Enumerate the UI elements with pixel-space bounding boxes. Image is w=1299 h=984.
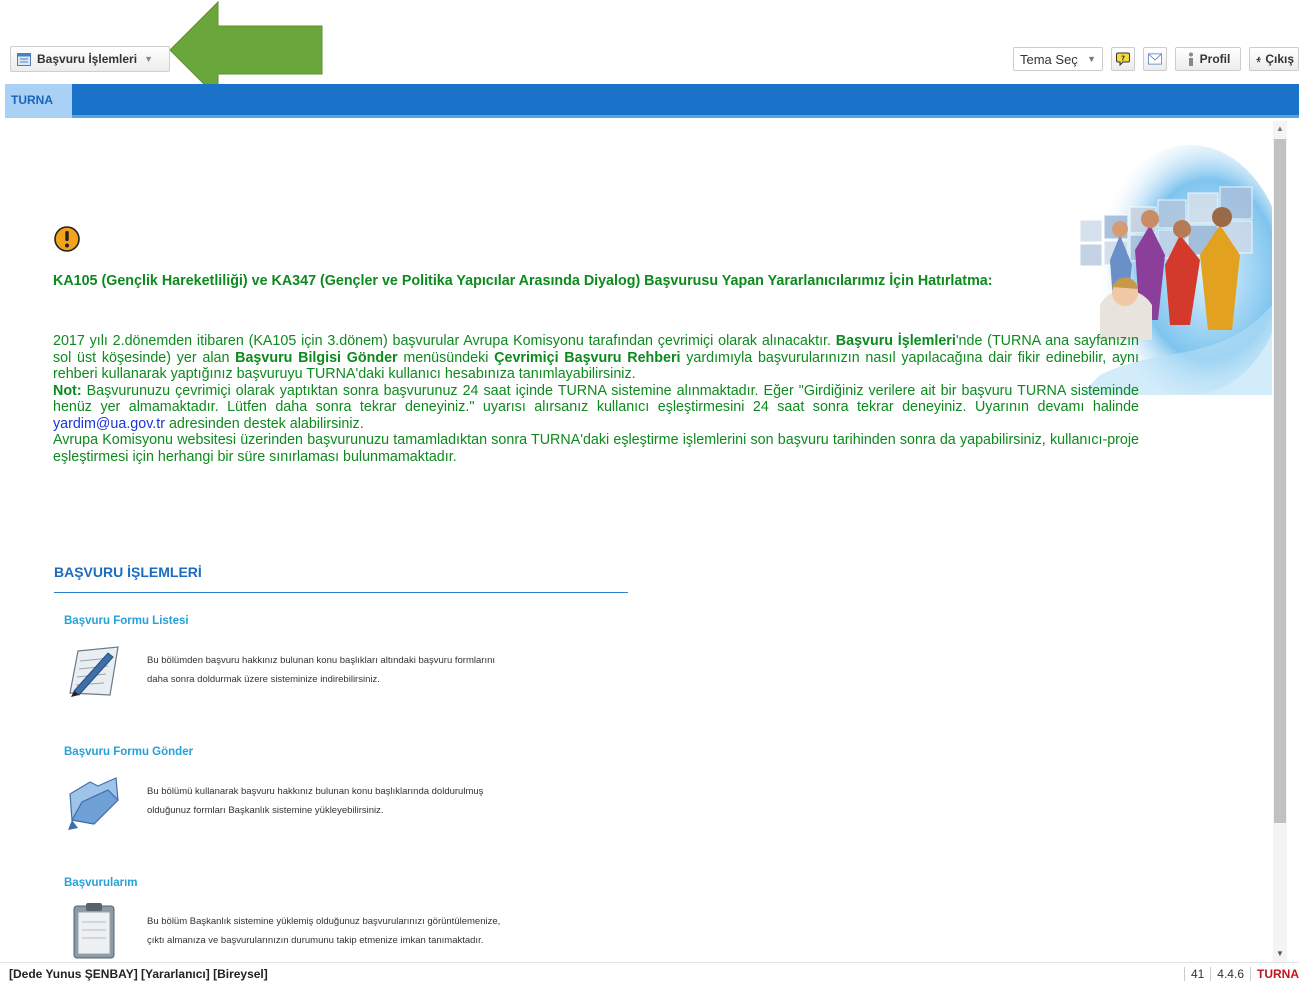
application-menu-button[interactable]: Başvuru İşlemleri ▼ [10,46,170,72]
announcement-highlight: Başvuru Bilgisi Gönder [235,349,398,366]
status-right: 41 4.4.6 TURNA [1183,967,1299,981]
announcement-text: 2017 yılı 2.dönemden itibaren (KA105 içi… [53,333,836,349]
logout-label: Çıkış [1265,52,1294,66]
chevron-down-icon: ▼ [144,54,153,64]
announcement-body: 2017 yılı 2.dönemden itibaren (KA105 içi… [53,333,1139,465]
warning-icon [54,226,80,252]
vertical-scrollbar[interactable]: ▲ ▼ [1273,121,1287,962]
chevron-down-icon: ▼ [1081,54,1096,64]
clipboard-icon[interactable] [64,900,124,960]
folder-send-icon[interactable] [64,772,124,832]
profile-button[interactable]: Profil [1175,47,1241,71]
envelope-icon [1148,53,1162,65]
tab-bar: TURNA [5,84,1299,118]
description-line: Bu bölümü kullanarak başvuru hakkınız bu… [147,786,484,797]
application-form-send-description: Bu bölümü kullanarak başvuru hakkınız bu… [147,782,587,820]
announcement-text: menüsündeki [397,349,495,366]
profile-label: Profil [1199,52,1231,66]
section-title: BAŞVURU İŞLEMLERİ [54,564,202,580]
feedback-button[interactable]: ? [1111,47,1135,71]
description-line: Bu bölümden başvuru hakkınız bulunan kon… [147,655,496,666]
tab-turna[interactable]: TURNA [5,84,72,118]
scrollbar-thumb[interactable] [1274,139,1286,823]
description-line: daha sonra doldurmak üzere sisteminize i… [147,674,380,685]
scroll-down-arrow-icon[interactable]: ▼ [1273,946,1287,962]
application-menu-label: Başvuru İşlemleri [37,52,138,66]
announcement-highlight: Çevrimiçi Başvuru Rehberi [494,349,681,366]
support-email-link[interactable]: yardim@ua.gov.tr [53,416,165,432]
application-form-list-description: Bu bölümden başvuru hakkınız bulunan kon… [147,651,587,689]
app-window: Başvuru İşlemleri ▼ Tema Seç ▼ ? Profil … [0,0,1299,984]
speech-bubble-icon: ? [1116,52,1130,66]
app-version: 4.4.6 [1210,967,1250,981]
svg-text:?: ? [1121,55,1125,63]
theme-select[interactable]: Tema Seç ▼ [1013,47,1103,71]
my-applications-link[interactable]: Başvurularım [64,877,138,889]
calendar-icon [17,52,31,66]
pen-paper-icon[interactable] [64,643,124,703]
messages-button[interactable] [1143,47,1167,71]
user-info: [Dede Yunus ŞENBAY] [Yararlanıcı] [Birey… [9,967,268,981]
top-right-toolbar: Tema Seç ▼ ? Profil Çıkış [1013,46,1299,72]
description-line: olduğunuz formları Başkanlık sistemine y… [147,805,384,816]
application-form-send-link[interactable]: Başvuru Formu Gönder [64,746,193,758]
scroll-up-arrow-icon[interactable]: ▲ [1273,121,1287,137]
logout-button[interactable]: Çıkış [1249,47,1299,71]
description-line: Bu bölüm Başkanlık sistemine yüklemiş ol… [147,916,501,927]
note-text: Başvurunuzu çevrimiçi olarak yaptıktan s… [53,382,1139,416]
status-bar: [Dede Yunus ŞENBAY] [Yararlanıcı] [Birey… [0,962,1299,984]
note-label: Not: [53,382,82,399]
note-text: adresinden destek alabilirsiniz. [164,415,364,432]
application-form-list-link[interactable]: Başvuru Formu Listesi [64,615,189,627]
status-count: 41 [1183,967,1210,981]
announcement-text: Avrupa Komisyonu websitesi üzerinden baş… [53,432,1139,465]
running-person-icon [1256,56,1262,62]
brand-label: TURNA [1250,967,1299,981]
section-divider [54,592,628,593]
announcement-title: KA105 (Gençlik Hareketliliği) ve KA347 (… [53,273,993,289]
description-line: çıktı almanıza ve başvurularınızın durum… [147,935,484,946]
announcement-highlight: Başvuru İşlemleri [835,333,956,349]
theme-select-value: Tema Seç [1020,51,1078,67]
my-applications-description: Bu bölüm Başkanlık sistemine yüklemiş ol… [147,912,587,950]
info-person-icon [1188,52,1193,66]
